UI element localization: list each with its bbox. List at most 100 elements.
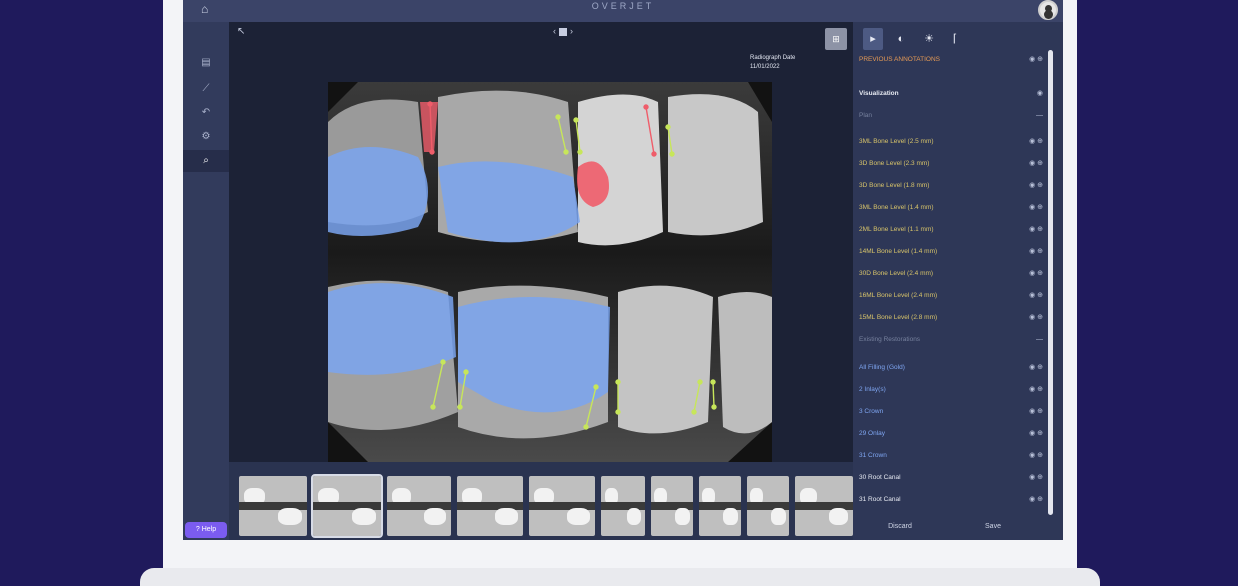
restoration-overlay [328, 283, 456, 375]
annotations-panel: ▸ ◐ ☀ ⌈ PREVIOUS ANNOTATIONS ◉ ⊕ Visualiza… [853, 22, 1063, 540]
visibility-toggle-icon[interactable]: ◉ ⊕ [1029, 426, 1043, 442]
annotation-label: 3D Bone Level (1.8 mm) [859, 182, 930, 189]
annotation-row[interactable]: All Filling (Gold) ◉ ⊕ [859, 360, 1043, 376]
pointer-tool-icon[interactable]: ▸ [863, 28, 883, 50]
annotation-row[interactable]: 2 Inlay(s) ◉ ⊕ [859, 382, 1043, 398]
image-pager: ‹ › [553, 26, 573, 36]
visibility-toggle-icon[interactable]: ◉ ⊕ [1029, 222, 1043, 238]
lower-tooth [618, 285, 713, 434]
grid-view-button[interactable]: ⊞ [825, 28, 847, 50]
thumbnail-strip [229, 462, 853, 540]
annotation-row[interactable]: 30D Bone Level (2.4 mm) ◉ ⊕ [859, 266, 1043, 282]
visibility-toggle-icon[interactable]: ◉ ⊕ [1029, 52, 1043, 68]
left-rail: ▤ ⟋ ↶ ⚙ ⌕ ? Help [183, 22, 229, 540]
visibility-toggle-icon[interactable]: ◉ ⊕ [1029, 134, 1043, 150]
annotation-row[interactable]: 31 Crown ◉ ⊕ [859, 448, 1043, 464]
folder-icon[interactable]: ▤ [183, 52, 229, 74]
save-button[interactable]: Save [971, 520, 1015, 534]
thumbnail[interactable] [457, 476, 523, 536]
annotation-label: 30 Root Canal [859, 474, 901, 481]
annotation-row[interactable]: 3ML Bone Level (1.4 mm) ◉ ⊕ [859, 200, 1043, 216]
visibility-toggle-icon[interactable]: ◉ [1037, 86, 1043, 102]
panel-scrollbar[interactable] [1048, 50, 1053, 515]
annotation-label: 3ML Bone Level (1.4 mm) [859, 204, 934, 211]
current-page-indicator [559, 27, 567, 36]
annotation-row[interactable]: 16ML Bone Level (2.4 mm) ◉ ⊕ [859, 288, 1043, 304]
help-button[interactable]: ? Help [185, 522, 227, 538]
restoration-overlay [438, 161, 580, 243]
thumbnail[interactable] [651, 476, 693, 536]
visibility-toggle-icon[interactable]: — [1036, 108, 1043, 124]
annotation-row[interactable]: 30 Root Canal ◉ ⊕ [859, 470, 1043, 486]
upper-tooth [668, 94, 763, 236]
annotation-label: PREVIOUS ANNOTATIONS [859, 56, 941, 63]
thumbnail[interactable] [699, 476, 741, 536]
visibility-toggle-icon[interactable]: ◉ ⊕ [1029, 382, 1043, 398]
annotation-label: 16ML Bone Level (2.4 mm) [859, 292, 938, 299]
help-label: Help [201, 526, 217, 533]
annotation-row[interactable]: 3D Bone Level (2.3 mm) ◉ ⊕ [859, 156, 1043, 172]
annotation-label: 29 Onlay [859, 430, 886, 437]
measure-tool-icon[interactable]: ⌈ [945, 28, 965, 50]
thumbnail[interactable] [387, 476, 451, 536]
lower-tooth [718, 292, 772, 434]
annotation-row[interactable]: 2ML Bone Level (1.1 mm) ◉ ⊕ [859, 222, 1043, 238]
radiograph-viewer: ↖ ‹ › ⊞ Radiograph Date 11/01/2022 [229, 22, 853, 462]
thumbnail[interactable] [529, 476, 595, 536]
visibility-toggle-icon[interactable]: ◉ ⊕ [1029, 266, 1043, 282]
avatar[interactable] [1038, 0, 1058, 20]
undo-icon[interactable]: ↶ [183, 102, 229, 124]
brand-title: OVERJET [591, 1, 655, 11]
visibility-toggle-icon[interactable]: ◉ ⊕ [1029, 404, 1043, 420]
visibility-toggle-icon[interactable]: ◉ ⊕ [1029, 492, 1043, 508]
brightness-tool-icon[interactable]: ☀ [919, 28, 939, 50]
annotation-label: 14ML Bone Level (1.4 mm) [859, 248, 938, 255]
annotation-label: 30D Bone Level (2.4 mm) [859, 270, 934, 277]
annotation-row[interactable]: 31 Root Canal ◉ ⊕ [859, 492, 1043, 508]
annotation-label: Visualization [859, 90, 899, 97]
visibility-toggle-icon[interactable]: ◉ ⊕ [1029, 310, 1043, 326]
annotation-row[interactable]: PREVIOUS ANNOTATIONS ◉ ⊕ [859, 52, 1043, 68]
settings-icon[interactable]: ⚙ [183, 126, 229, 148]
annotation-label: 2 Inlay(s) [859, 386, 886, 393]
annotation-row[interactable]: 3D Bone Level (1.8 mm) ◉ ⊕ [859, 178, 1043, 194]
annotation-row[interactable]: 3 Crown ◉ ⊕ [859, 404, 1043, 420]
annotation-row[interactable]: 15ML Bone Level (2.8 mm) ◉ ⊕ [859, 310, 1043, 326]
dental-xray-image[interactable] [328, 82, 772, 462]
thumbnail[interactable] [795, 476, 853, 536]
visibility-toggle-icon[interactable]: — [1036, 332, 1043, 348]
app-screen: ⌂ OVERJET ▤ ⟋ ↶ ⚙ ⌕ ? Help ↖ ‹ › ⊞ Radiog… [183, 0, 1063, 540]
thumbnail[interactable] [239, 476, 307, 536]
search-icon[interactable]: ⌕ [183, 150, 229, 172]
visibility-toggle-icon[interactable]: ◉ ⊕ [1029, 178, 1043, 194]
discard-button[interactable]: Discard [875, 520, 925, 534]
previous-arrow-icon[interactable]: ‹ [553, 26, 556, 36]
visibility-toggle-icon[interactable]: ◉ ⊕ [1029, 288, 1043, 304]
annotation-label: Existing Restorations [859, 336, 921, 343]
annotation-row[interactable]: 29 Onlay ◉ ⊕ [859, 426, 1043, 442]
thumbnail-selected[interactable] [311, 474, 383, 538]
visibility-toggle-icon[interactable]: ◉ ⊕ [1029, 448, 1043, 464]
annotation-row[interactable]: Plan — [859, 108, 1043, 124]
restoration-overlay [328, 147, 428, 236]
thumbnail[interactable] [601, 476, 645, 536]
visibility-toggle-icon[interactable]: ◉ ⊕ [1029, 200, 1043, 216]
radiograph-date-label: Radiograph Date [750, 55, 796, 61]
annotation-label: 15ML Bone Level (2.8 mm) [859, 314, 938, 321]
visibility-toggle-icon[interactable]: ◉ ⊕ [1029, 470, 1043, 486]
tooth-tool-icon[interactable]: ◐ [891, 28, 911, 50]
radiograph-date: Radiograph Date 11/01/2022 [750, 54, 795, 72]
annotation-row[interactable]: Visualization ◉ [859, 86, 1043, 102]
annotation-label: 31 Crown [859, 452, 887, 459]
thumbnail[interactable] [747, 476, 789, 536]
visibility-toggle-icon[interactable]: ◉ ⊕ [1029, 360, 1043, 376]
annotation-row[interactable]: 14ML Bone Level (1.4 mm) ◉ ⊕ [859, 244, 1043, 260]
ruler-icon[interactable]: ⟋ [183, 78, 229, 100]
annotation-label: All Filling (Gold) [859, 364, 905, 371]
visibility-toggle-icon[interactable]: ◉ ⊕ [1029, 244, 1043, 260]
annotation-row[interactable]: 3ML Bone Level (2.5 mm) ◉ ⊕ [859, 134, 1043, 150]
back-arrow-icon[interactable]: ↖ [237, 26, 245, 37]
visibility-toggle-icon[interactable]: ◉ ⊕ [1029, 156, 1043, 172]
next-arrow-icon[interactable]: › [570, 26, 573, 36]
annotation-row[interactable]: Existing Restorations — [859, 332, 1043, 348]
